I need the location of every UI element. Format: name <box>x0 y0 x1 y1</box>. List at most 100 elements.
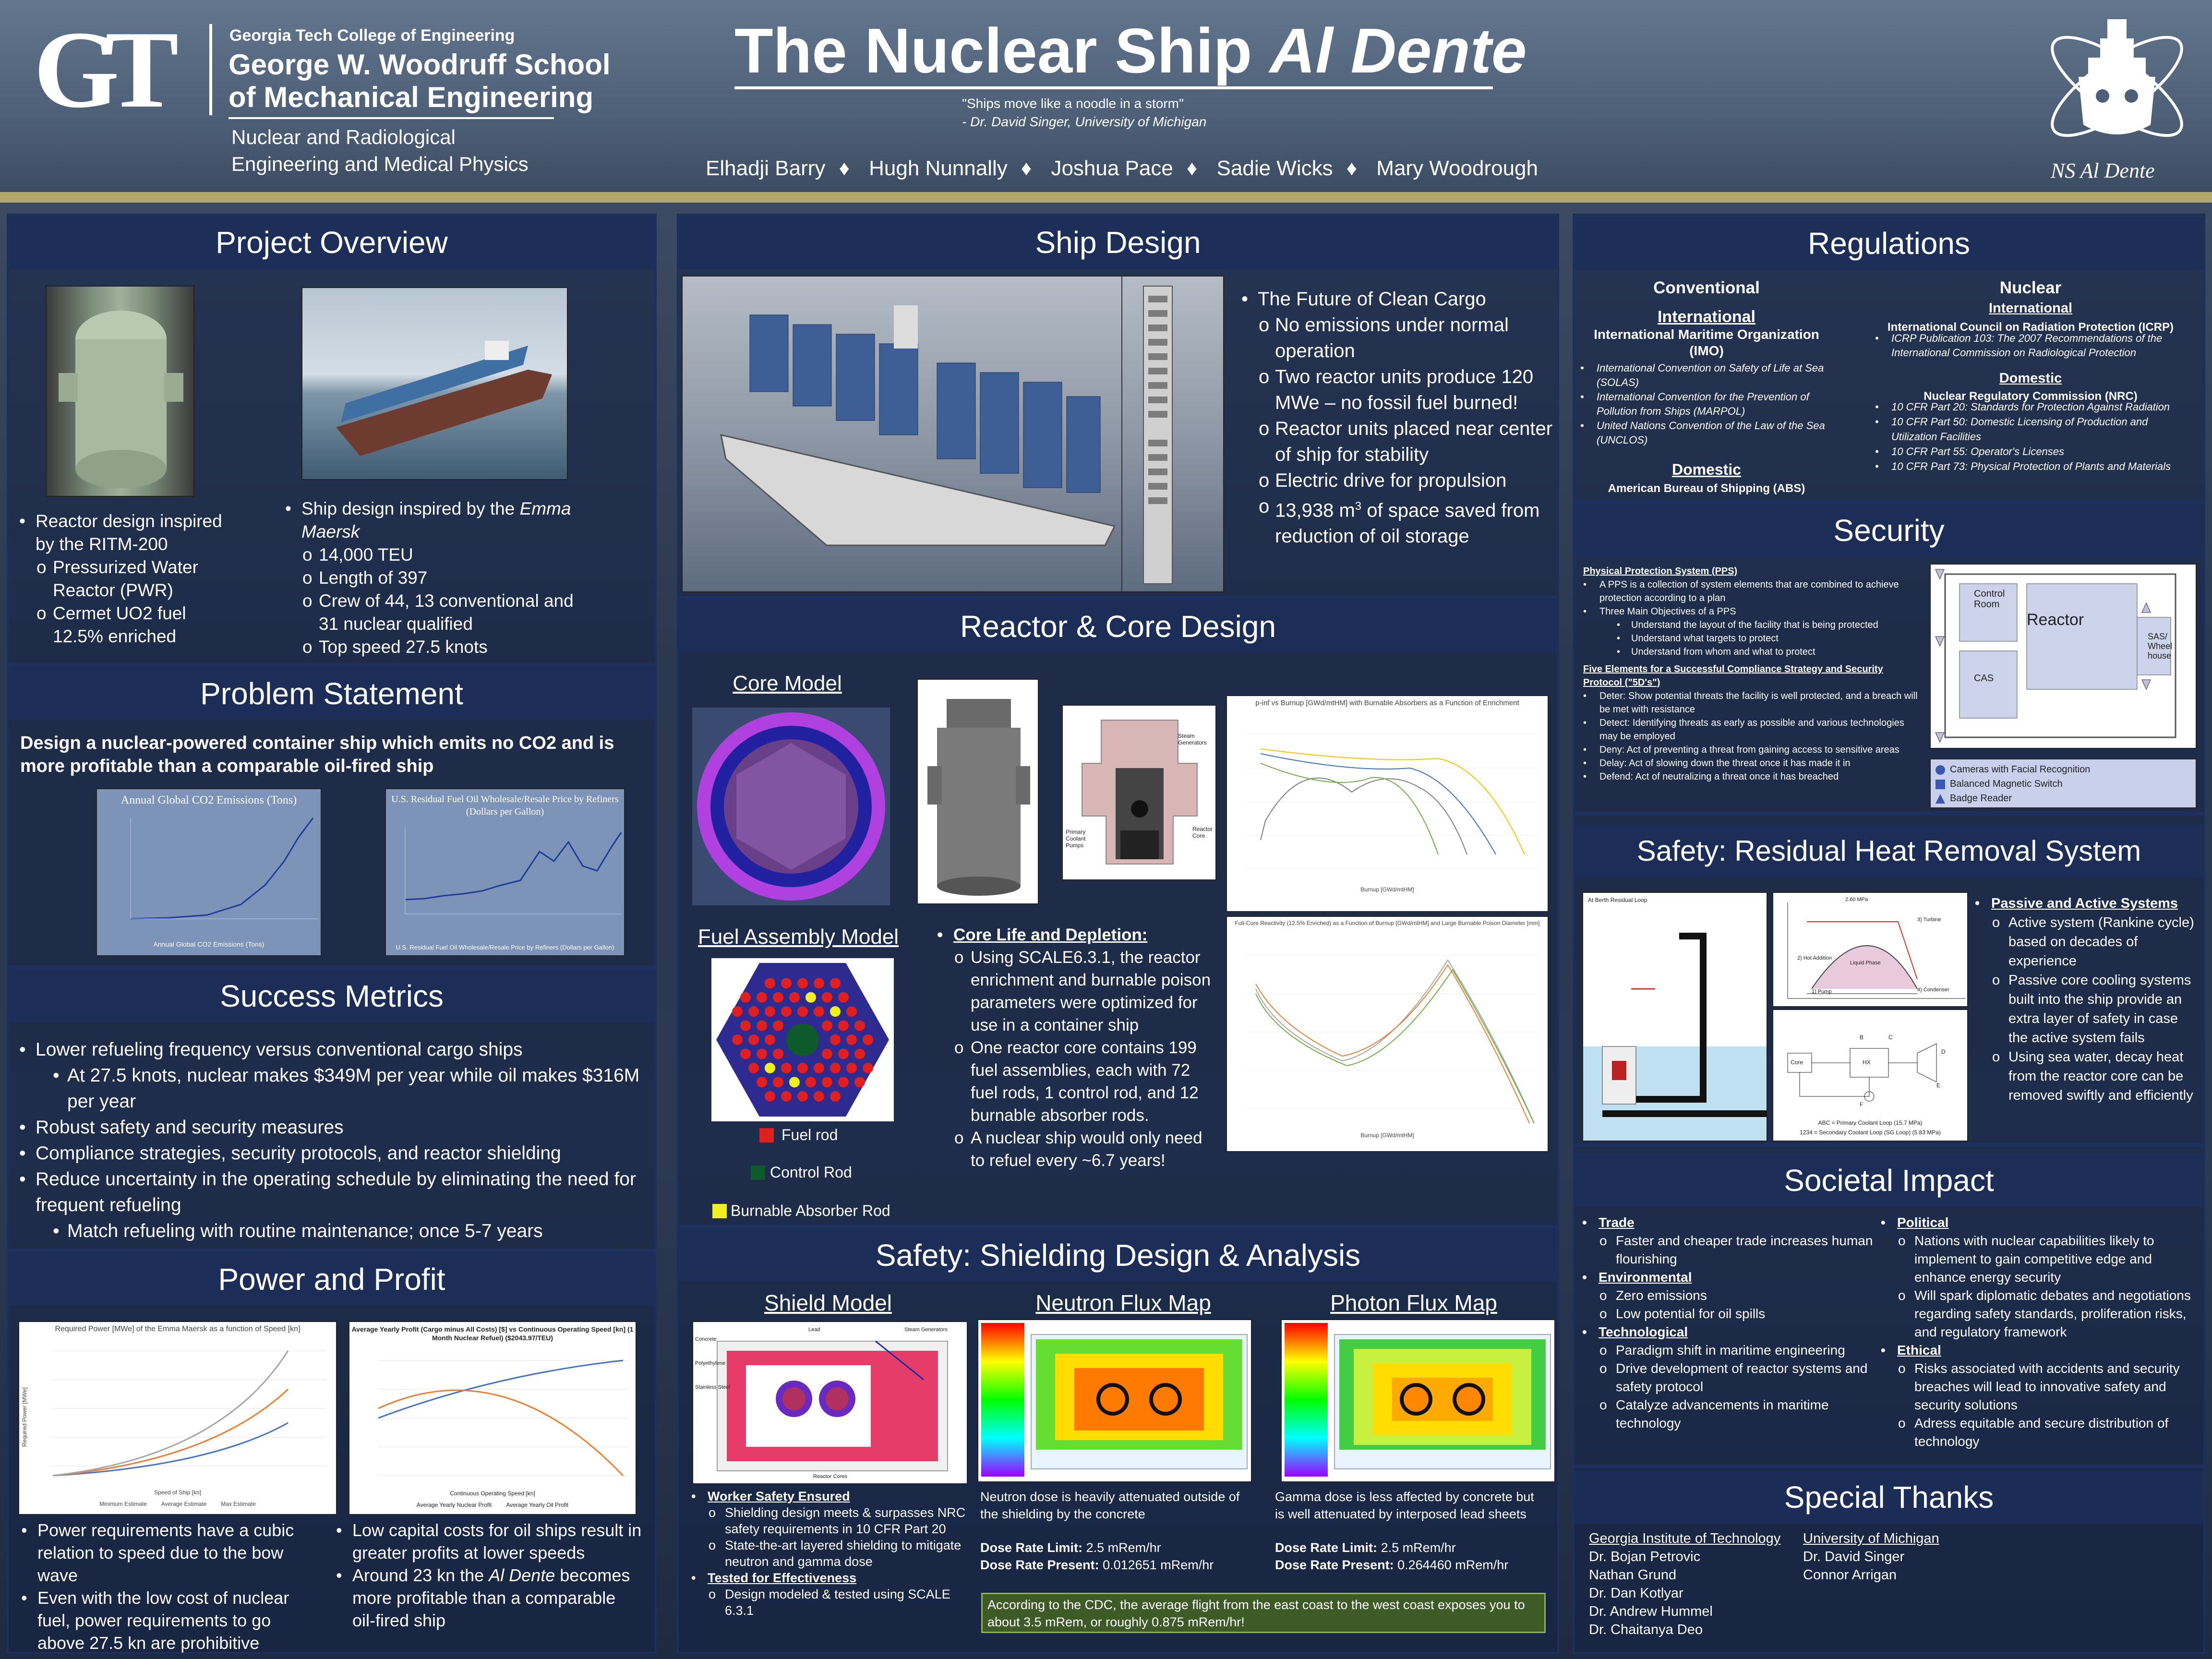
fuel-rod <box>740 1020 751 1031</box>
sub-bullet-item: Electric drive for propulsion <box>1241 468 1553 493</box>
section-title: Special Thanks <box>1575 1471 2203 1524</box>
core-model-label: Core Model <box>733 672 842 695</box>
author-name: Sadie Wicks <box>1216 156 1333 180</box>
sub-bullet-item: Cermet UO2 fuel 12.5% enriched <box>19 602 240 648</box>
power-left-text: Power requirements have a cubic relation… <box>21 1519 309 1654</box>
societal-right-text: Political Nations with nuclear capabilit… <box>1881 1214 2203 1451</box>
overview-left-text: Reactor design inspired by the RITM-200 … <box>19 510 240 648</box>
fuel-rod <box>789 992 800 1003</box>
co2-emissions-chart: Annual Global CO2 Emissions (Tons) Annua… <box>96 788 322 956</box>
logo-divider <box>209 24 212 115</box>
quote: "Ships move like a noodle in a storm" <box>962 96 1184 111</box>
rankine-cycle-diagram: 2.60 MPa 3) Turbine 4) Condenser 2) Hot … <box>1772 892 1968 1007</box>
sub-bullet-item: Match refueling with routine maintenance… <box>19 1218 643 1244</box>
section-title: Project Overview <box>9 216 655 269</box>
sub-bullet-item: Active system (Rankine cycle) based on d… <box>1975 913 2200 971</box>
fuel-rod <box>838 992 849 1003</box>
fuel-rod <box>830 1062 841 1073</box>
fuel-rod <box>765 1091 775 1102</box>
sub-bullet-item: One reactor core contains 199 fuel assem… <box>937 1036 1220 1127</box>
sub-bullet-item: Using sea water, decay heat from the rea… <box>1975 1047 2200 1105</box>
sub-bullet-item: Understand from whom and what to protect <box>1583 645 1919 659</box>
sub-bullet-item: 13,938 m3 of space saved from reduction … <box>1241 493 1553 549</box>
fuel-assembly-diagram <box>711 958 894 1121</box>
section-title: Success Metrics <box>9 970 655 1022</box>
section-title: Power and Profit <box>9 1253 655 1306</box>
sub-bullet-item: Two reactor units produce 120 MWe – no f… <box>1241 364 1553 416</box>
fuel-rod <box>838 1020 849 1031</box>
security-text: Physical Protection System (PPS) A PPS i… <box>1583 565 1919 783</box>
fuel-rod <box>781 1006 792 1017</box>
neutron-map-label: Neutron Flux Map <box>1035 1290 1211 1315</box>
core-life-text: Core Life and Depletion: Using SCALE6.3.… <box>937 924 1220 1172</box>
department-line1: Nuclear and Radiological <box>231 126 456 148</box>
bullet-item: 10 CFR Part 73: Physical Protection of P… <box>1875 459 2192 474</box>
bullet-item: Detect: Identifying threats as early as … <box>1583 716 1919 743</box>
bullet-item: A PPS is a collection of system elements… <box>1583 578 1919 605</box>
five-elements-heading: Five Elements for a Successful Complianc… <box>1583 664 1883 688</box>
fuel-rod <box>863 1034 873 1045</box>
sub-bullet-item: Catalyze advancements in maritime techno… <box>1582 1396 1880 1432</box>
nuclear-heading: Nuclear <box>1999 278 2062 297</box>
fuel-rod <box>822 1020 832 1031</box>
security-layout-map: Control Room Reactor SAS/ Wheel house CA… <box>1930 564 2197 749</box>
reactor-cross-section-diagram: Steam Generators Primary Coolant Pumps R… <box>1062 705 1216 880</box>
school-name-line1: George W. Woodruff School <box>228 48 611 81</box>
sub-bullet-item: Using SCALE6.3.1, the reactor enrichment… <box>937 946 1220 1036</box>
section-title: Ship Design <box>679 216 1557 269</box>
bullet-item: Reduce uncertainty in the operating sche… <box>19 1166 643 1218</box>
author-name: Elhadji Barry <box>706 156 826 180</box>
ship-model-render <box>682 276 1224 592</box>
fuel-rod <box>830 1091 841 1102</box>
bullet-item: 10 CFR Part 20: Standards for Protection… <box>1875 399 2192 414</box>
bullet-item: 10 CFR Part 55: Operator's Licenses <box>1875 444 2192 459</box>
bullet-item: ICRP Publication 103: The 2007 Recommend… <box>1875 331 2187 360</box>
bullet-item: Compliance strategies, security protocol… <box>19 1141 643 1166</box>
author-list: Elhadji Barry ♦ Hugh Nunnally ♦ Joshua Pac… <box>699 156 1545 180</box>
sub-bullet-item: Drive development of reactor systems and… <box>1582 1359 1880 1396</box>
thanks-gatech: Georgia Institute of Technology Dr. Boja… <box>1589 1531 1781 1637</box>
diamond-separator: ♦ <box>1346 156 1358 180</box>
fuel-rod <box>854 1077 865 1088</box>
bullet-heading: Political <box>1881 1214 2203 1232</box>
neutron-description: Neutron dose is heavily attenuated outsi… <box>980 1490 1240 1521</box>
fuel-rod <box>854 1020 865 1031</box>
author-name: Joshua Pace <box>1051 156 1173 180</box>
power-right-text: Low capital costs for oil ships result i… <box>336 1519 643 1632</box>
photon-flux-map <box>1281 1319 1555 1482</box>
nuc-international-list: ICRP Publication 103: The 2007 Recommend… <box>1875 331 2187 360</box>
fuel-rod <box>846 1006 857 1017</box>
bullet-item: Defend: Act of neutralizing a threat onc… <box>1583 770 1919 783</box>
school-name-line2: of Mechanical Engineering <box>228 81 594 113</box>
author-name: Mary Woodrough <box>1376 156 1538 180</box>
bullet-heading: Worker Safety Ensured <box>691 1488 970 1504</box>
required-power-chart: Required Power [MWe] of the Emma Maersk … <box>18 1321 337 1515</box>
bullet-heading: Tested for Effectiveness <box>691 1570 970 1586</box>
bullet-item: The Future of Clean Cargo <box>1241 286 1553 312</box>
fuel-rod <box>748 1034 759 1045</box>
sub-bullet-item: Reactor units placed near center of ship… <box>1241 416 1553 468</box>
conventional-heading: Conventional <box>1653 278 1760 297</box>
sub-bullet-item: Length of 397 <box>285 566 592 589</box>
gold-divider <box>0 192 2212 203</box>
fuel-rod <box>830 1034 841 1045</box>
fuel-rod <box>814 1091 824 1102</box>
section-title: Safety: Shielding Design & Analysis <box>679 1229 1557 1282</box>
fuel-rod <box>765 1034 775 1045</box>
sub-bullet-item: Understand what targets to protect <box>1583 632 1919 645</box>
sub-bullet-item: Understand the layout of the facility th… <box>1583 618 1919 632</box>
sub-bullet-item: Crew of 44, 13 conventional and 31 nucle… <box>285 589 592 636</box>
absorber-rod-legend-label: Burnable Absorber Rod <box>731 1202 890 1219</box>
fuel-oil-price-chart: U.S. Residual Fuel Oil Wholesale/Resale … <box>385 788 625 956</box>
fuel-rod <box>781 978 792 989</box>
conv-international-heading: International <box>1657 308 1756 326</box>
bullet-heading: Trade <box>1582 1214 1880 1232</box>
sub-bullet-item: Zero emissions <box>1582 1286 1880 1305</box>
ship-design-text: The Future of Clean Cargo No emissions u… <box>1241 286 1553 549</box>
fuel-rod <box>781 1062 792 1073</box>
neutron-dose-rates: Dose Rate Limit: 2.5 mRem/hr Dose Rate Pr… <box>980 1540 1214 1572</box>
bullet-heading: Core Life and Depletion: <box>937 924 1220 946</box>
bullet-item: Ship design inspired by the Emma Maersk <box>285 497 592 543</box>
sub-bullet-item: Paradigm shift in maritime engineering <box>1582 1341 1880 1359</box>
school-underline <box>228 117 554 119</box>
